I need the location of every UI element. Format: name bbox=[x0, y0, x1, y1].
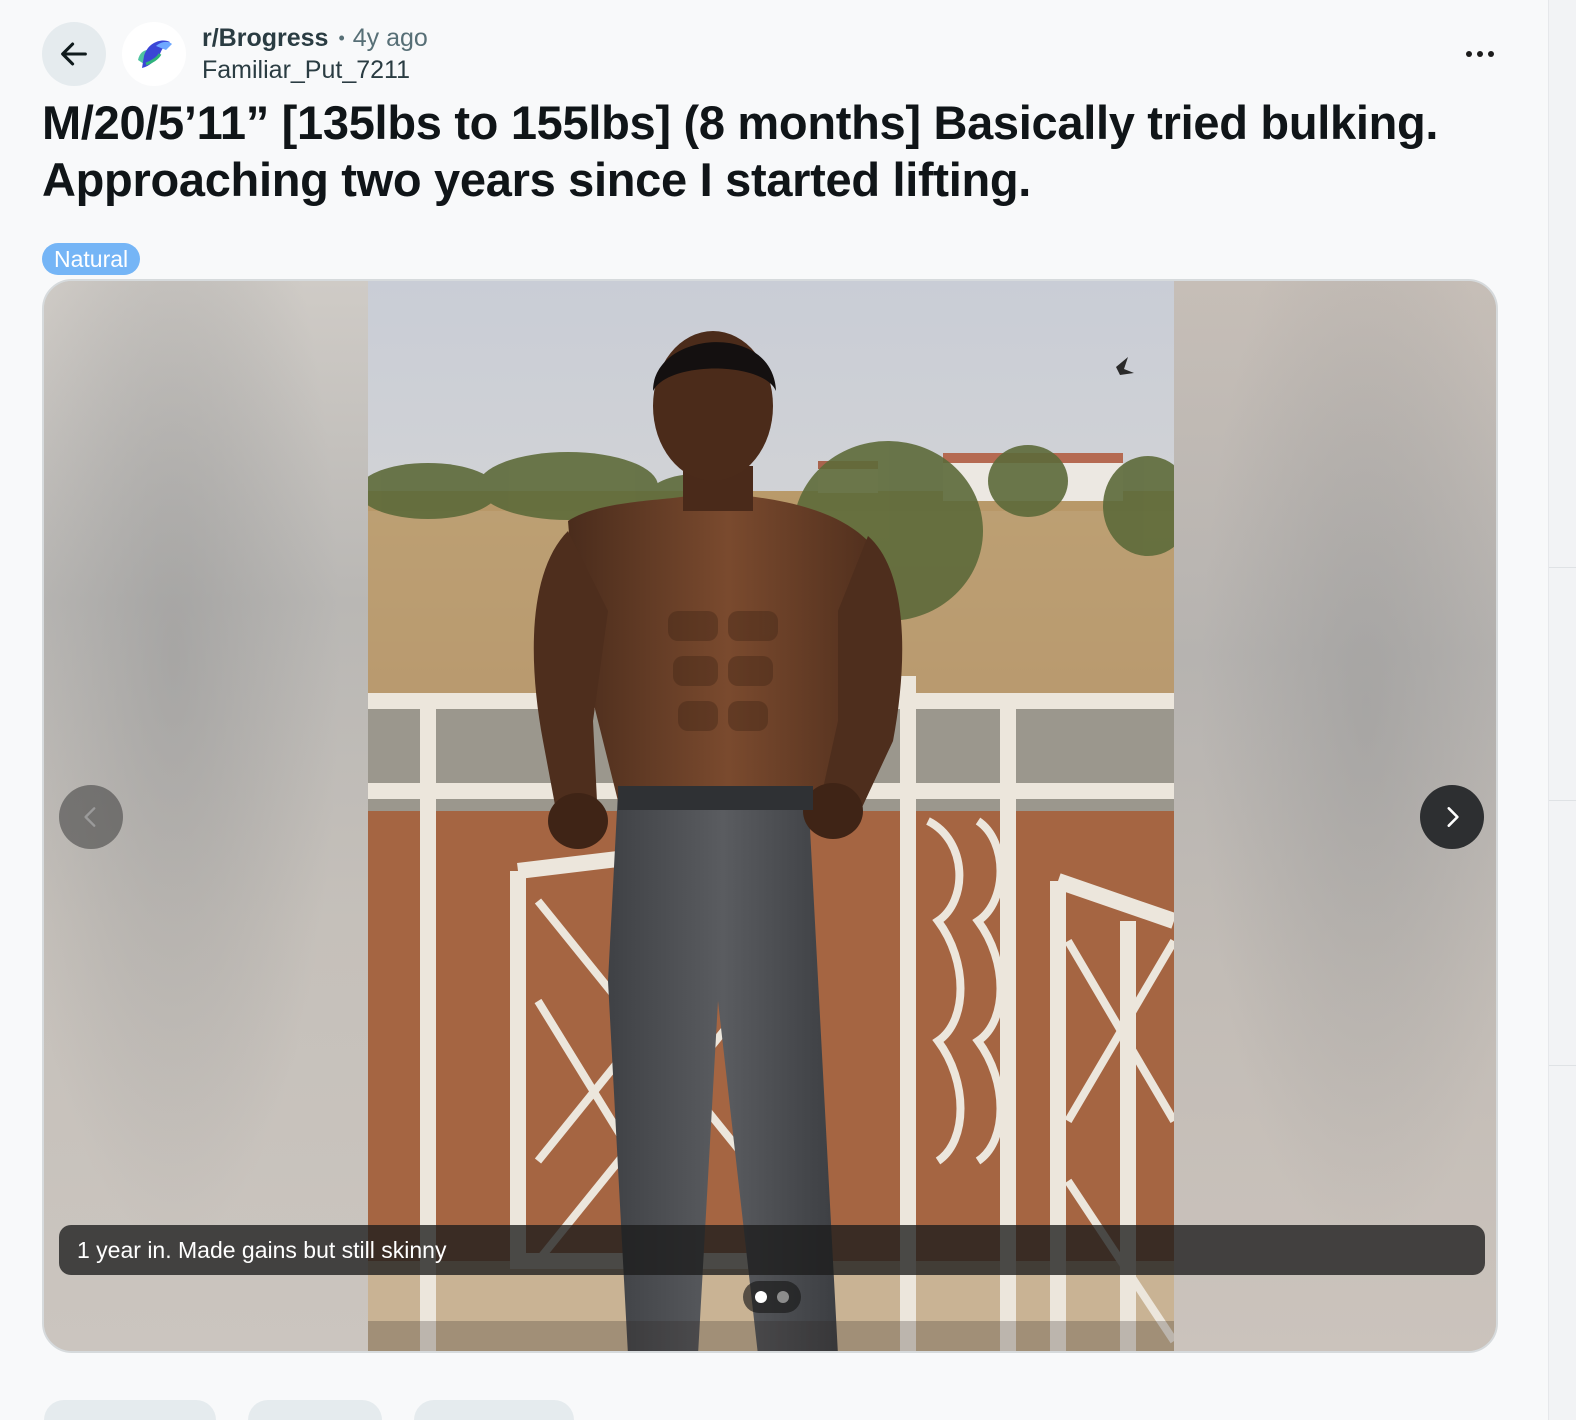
gallery-next-button[interactable] bbox=[1420, 785, 1484, 849]
gallery-caption: 1 year in. Made gains but still skinny bbox=[59, 1225, 1485, 1275]
post-meta: r/Brogress • 4y ago bbox=[202, 22, 428, 54]
page-dot bbox=[777, 1291, 789, 1303]
gallery-image[interactable] bbox=[368, 281, 1174, 1351]
subreddit-link[interactable]: r/Brogress bbox=[202, 24, 328, 53]
gallery-previous-button[interactable] bbox=[59, 785, 123, 849]
sidebar-divider bbox=[1549, 1065, 1576, 1066]
share-button[interactable] bbox=[414, 1400, 574, 1420]
sidebar-divider bbox=[1549, 567, 1576, 568]
post-page: r/Brogress • 4y ago Familiar_Put_7211 M/… bbox=[0, 0, 1576, 1420]
progress-photo bbox=[368, 281, 1174, 1351]
post-title: M/20/5’11” [135lbs to 155lbs] (8 months]… bbox=[42, 96, 1439, 206]
subreddit-logo-icon bbox=[127, 27, 181, 81]
vote-button-group[interactable] bbox=[44, 1400, 216, 1420]
post-flair[interactable]: Natural bbox=[42, 243, 141, 275]
meta-separator: • bbox=[338, 27, 345, 48]
gallery-page-indicator bbox=[743, 1281, 801, 1313]
sidebar-divider bbox=[1549, 800, 1576, 801]
more-options-button[interactable] bbox=[1452, 30, 1508, 78]
post-age: 4y ago bbox=[352, 23, 428, 52]
chevron-right-icon bbox=[1447, 807, 1459, 827]
page-dot-active bbox=[755, 1291, 767, 1303]
back-button[interactable] bbox=[42, 22, 106, 86]
image-gallery[interactable]: 1 year in. Made gains but still skinny bbox=[42, 279, 1498, 1353]
author-link[interactable]: Familiar_Put_7211 bbox=[202, 54, 410, 86]
chevron-left-icon bbox=[84, 807, 96, 827]
subreddit-avatar[interactable] bbox=[122, 22, 186, 86]
sidebar-edge bbox=[1548, 0, 1576, 1420]
arrow-left-icon bbox=[61, 42, 87, 66]
ellipsis-icon bbox=[1466, 51, 1494, 57]
comments-button[interactable] bbox=[248, 1400, 382, 1420]
